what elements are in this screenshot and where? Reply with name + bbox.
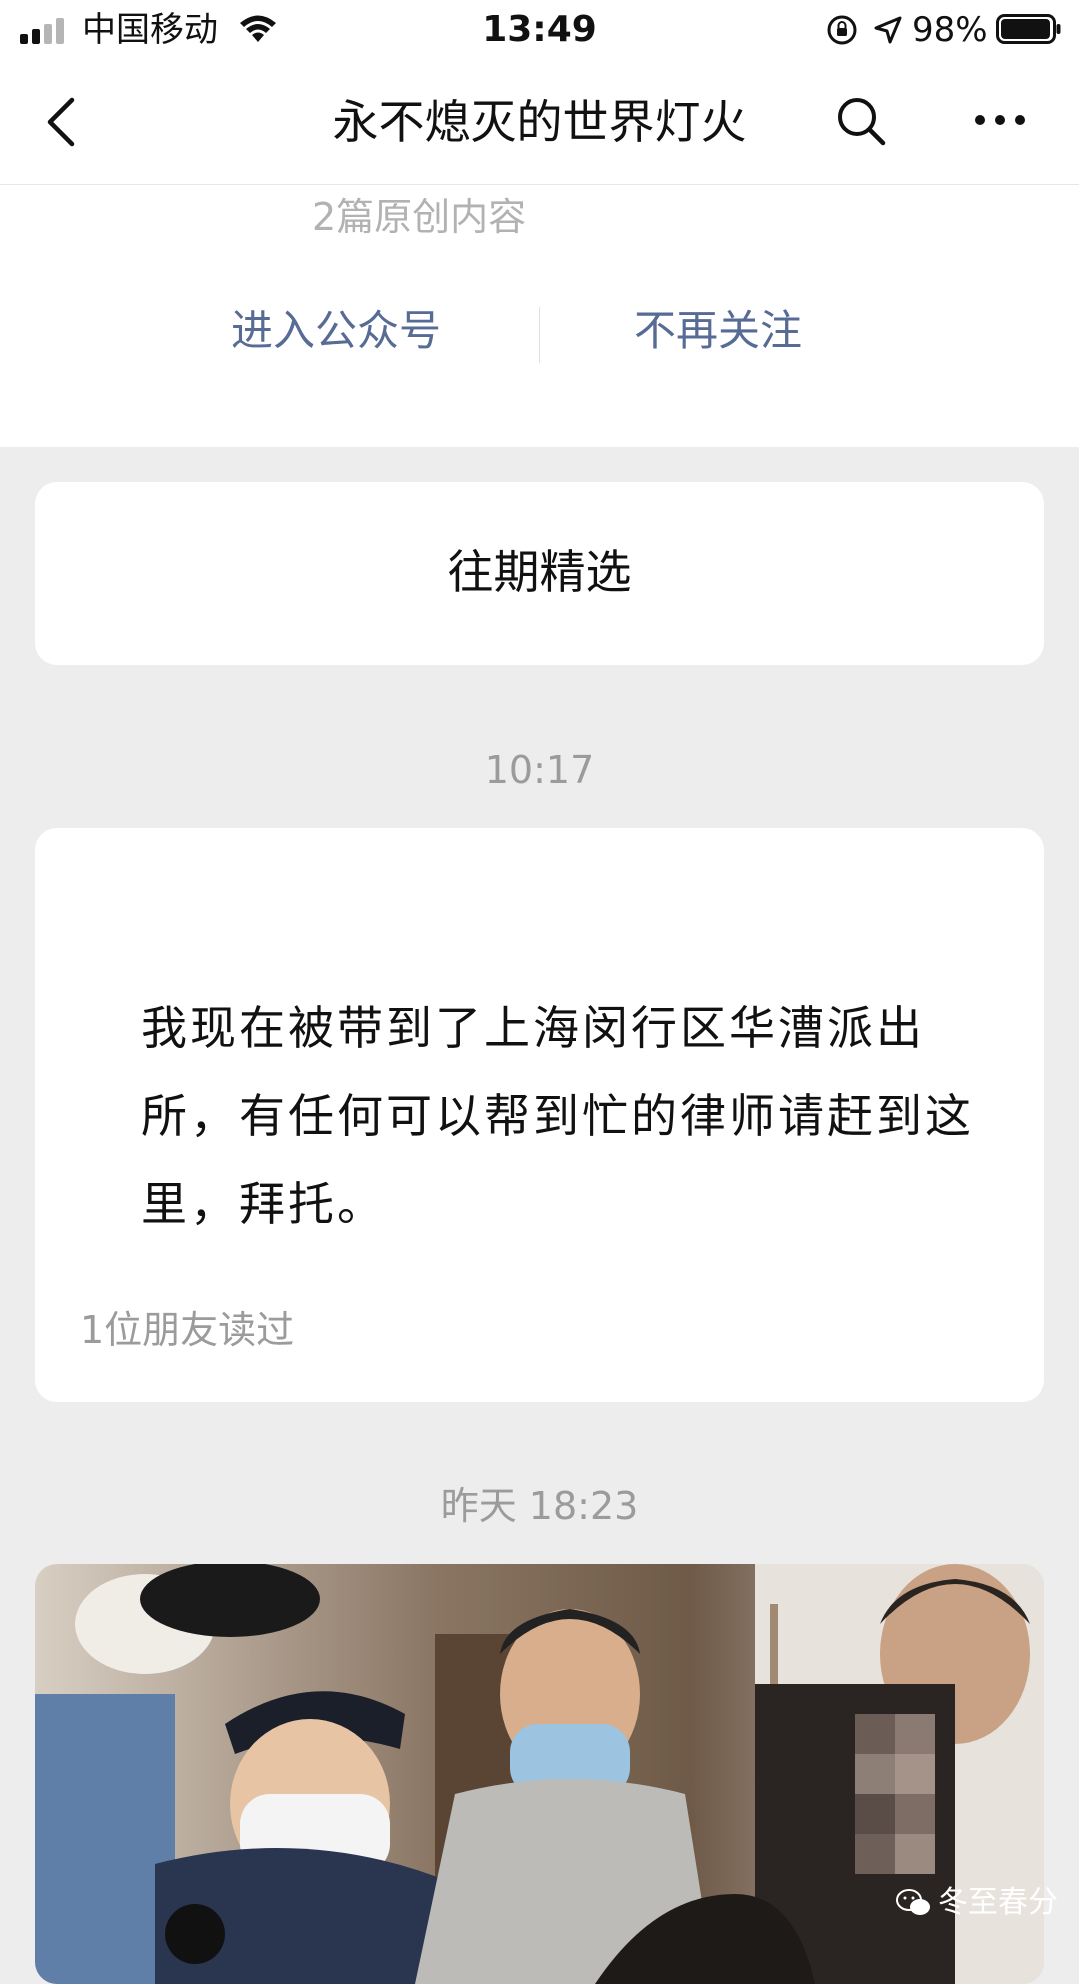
- article-cover-image: [35, 1564, 1044, 1984]
- enter-account-button[interactable]: 进入公众号: [186, 303, 486, 359]
- message-time: 昨天 18:23: [440, 1484, 639, 1528]
- location-icon: [874, 16, 902, 44]
- account-header: 2篇原创内容 进入公众号 不再关注: [0, 185, 1079, 447]
- message-time: 10:17: [484, 748, 595, 792]
- unfollow-button[interactable]: 不再关注: [568, 303, 868, 359]
- more-icon[interactable]: [970, 100, 1030, 140]
- history-label: 往期精选: [447, 545, 632, 599]
- battery-icon: [996, 14, 1061, 44]
- message-card[interactable]: 我现在被带到了上海闵行区华漕派出所，有任何可以帮到忙的律师请赶到这里，拜托。 1…: [35, 828, 1044, 1402]
- message-text: 我现在被带到了上海闵行区华漕派出所，有任何可以帮到忙的律师请赶到这里，拜托。: [141, 1001, 974, 1231]
- status-bar: 中国移动 13:49 98%: [0, 0, 1079, 60]
- action-divider: [539, 307, 540, 363]
- original-content-count: 2篇原创内容: [312, 195, 527, 239]
- page-title: 永不熄灭的世界灯火: [332, 95, 747, 149]
- battery-percent: 98%: [912, 10, 988, 50]
- friends-read-count: 1位朋友读过: [80, 1308, 295, 1352]
- watermark-text: 冬至春分: [938, 1885, 1058, 1920]
- photo-message-card[interactable]: [35, 1564, 1044, 1984]
- history-card[interactable]: 往期精选: [35, 482, 1044, 665]
- wechat-icon: [896, 1889, 930, 1915]
- rotation-lock-icon: [827, 15, 857, 45]
- chevron-left-icon[interactable]: [40, 94, 86, 150]
- nav-bar: 永不熄灭的世界灯火: [0, 60, 1079, 185]
- search-icon[interactable]: [832, 92, 890, 150]
